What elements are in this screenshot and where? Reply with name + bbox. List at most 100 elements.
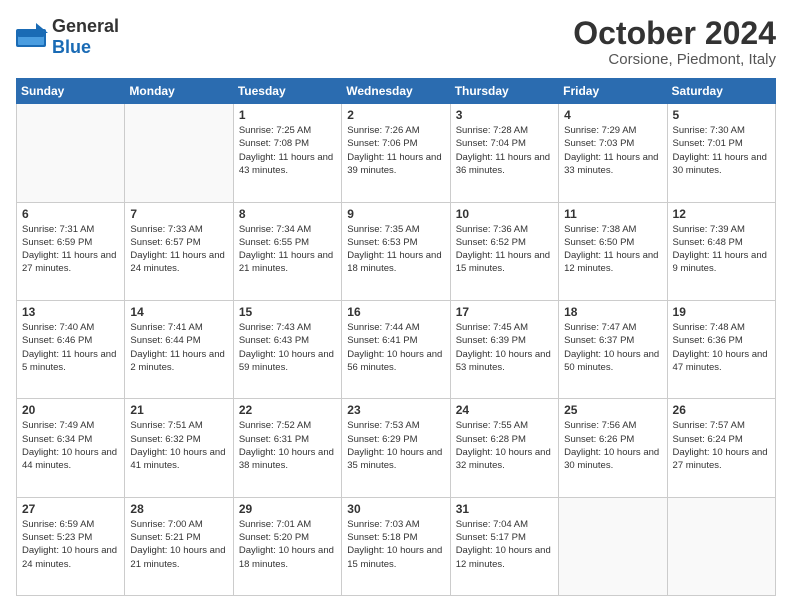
day-info: Sunrise: 7:45 AM Sunset: 6:39 PM Dayligh… [456,321,553,374]
day-number: 21 [130,403,227,417]
day-info: Sunrise: 7:00 AM Sunset: 5:21 PM Dayligh… [130,518,227,571]
day-info: Sunrise: 7:53 AM Sunset: 6:29 PM Dayligh… [347,419,444,472]
day-number: 5 [673,108,770,122]
logo: General Blue [16,16,119,58]
weekday-wednesday: Wednesday [342,79,450,104]
calendar-cell: 5 Sunrise: 7:30 AM Sunset: 7:01 PM Daylig… [667,104,775,202]
day-info: Sunrise: 6:59 AM Sunset: 5:23 PM Dayligh… [22,518,119,571]
day-info: Sunrise: 7:52 AM Sunset: 6:31 PM Dayligh… [239,419,336,472]
weekday-sunday: Sunday [17,79,125,104]
day-info: Sunrise: 7:25 AM Sunset: 7:08 PM Dayligh… [239,124,336,177]
day-info: Sunrise: 7:55 AM Sunset: 6:28 PM Dayligh… [456,419,553,472]
day-info: Sunrise: 7:36 AM Sunset: 6:52 PM Dayligh… [456,223,553,276]
calendar-cell: 27 Sunrise: 6:59 AM Sunset: 5:23 PM Dayli… [17,497,125,595]
day-info: Sunrise: 7:44 AM Sunset: 6:41 PM Dayligh… [347,321,444,374]
calendar-cell [559,497,667,595]
day-info: Sunrise: 7:35 AM Sunset: 6:53 PM Dayligh… [347,223,444,276]
calendar-cell: 13 Sunrise: 7:40 AM Sunset: 6:46 PM Dayli… [17,300,125,398]
day-info: Sunrise: 7:31 AM Sunset: 6:59 PM Dayligh… [22,223,119,276]
day-number: 31 [456,502,553,516]
day-number: 13 [22,305,119,319]
day-number: 27 [22,502,119,516]
calendar-cell: 21 Sunrise: 7:51 AM Sunset: 6:32 PM Dayli… [125,399,233,497]
day-info: Sunrise: 7:26 AM Sunset: 7:06 PM Dayligh… [347,124,444,177]
calendar-week-2: 13 Sunrise: 7:40 AM Sunset: 6:46 PM Dayli… [17,300,776,398]
day-number: 18 [564,305,661,319]
calendar-cell: 31 Sunrise: 7:04 AM Sunset: 5:17 PM Dayli… [450,497,558,595]
day-number: 11 [564,207,661,221]
day-number: 25 [564,403,661,417]
day-info: Sunrise: 7:40 AM Sunset: 6:46 PM Dayligh… [22,321,119,374]
day-info: Sunrise: 7:56 AM Sunset: 6:26 PM Dayligh… [564,419,661,472]
day-number: 16 [347,305,444,319]
day-number: 26 [673,403,770,417]
day-info: Sunrise: 7:04 AM Sunset: 5:17 PM Dayligh… [456,518,553,571]
day-number: 28 [130,502,227,516]
calendar-cell: 4 Sunrise: 7:29 AM Sunset: 7:03 PM Daylig… [559,104,667,202]
day-number: 29 [239,502,336,516]
month-title: October 2024 [573,16,776,51]
calendar-cell: 30Sunrise: 7:03 AM Sunset: 5:18 PM Dayli… [342,497,450,595]
calendar-cell: 6Sunrise: 7:31 AM Sunset: 6:59 PM Daylig… [17,202,125,300]
day-info: Sunrise: 7:51 AM Sunset: 6:32 PM Dayligh… [130,419,227,472]
day-info: Sunrise: 7:28 AM Sunset: 7:04 PM Dayligh… [456,124,553,177]
day-number: 8 [239,207,336,221]
header: General Blue October 2024 Corsione, Pied… [16,16,776,68]
day-number: 3 [456,108,553,122]
day-info: Sunrise: 7:01 AM Sunset: 5:20 PM Dayligh… [239,518,336,571]
day-number: 20 [22,403,119,417]
weekday-header: SundayMondayTuesdayWednesdayThursdayFrid… [17,79,776,104]
day-info: Sunrise: 7:57 AM Sunset: 6:24 PM Dayligh… [673,419,770,472]
calendar-cell [125,104,233,202]
calendar-cell: 17 Sunrise: 7:45 AM Sunset: 6:39 PM Dayli… [450,300,558,398]
day-number: 30 [347,502,444,516]
calendar-cell: 7 Sunrise: 7:33 AM Sunset: 6:57 PM Daylig… [125,202,233,300]
calendar-table: SundayMondayTuesdayWednesdayThursdayFrid… [16,78,776,596]
day-number: 1 [239,108,336,122]
weekday-saturday: Saturday [667,79,775,104]
calendar-week-4: 27 Sunrise: 6:59 AM Sunset: 5:23 PM Dayli… [17,497,776,595]
calendar-cell: 16 Sunrise: 7:44 AM Sunset: 6:41 PM Dayli… [342,300,450,398]
calendar-cell: 28 Sunrise: 7:00 AM Sunset: 5:21 PM Dayli… [125,497,233,595]
day-number: 22 [239,403,336,417]
calendar-cell: 19Sunrise: 7:48 AM Sunset: 6:36 PM Dayli… [667,300,775,398]
day-info: Sunrise: 7:30 AM Sunset: 7:01 PM Dayligh… [673,124,770,177]
day-number: 23 [347,403,444,417]
day-info: Sunrise: 7:33 AM Sunset: 6:57 PM Dayligh… [130,223,227,276]
calendar-cell: 22 Sunrise: 7:52 AM Sunset: 6:31 PM Dayli… [233,399,341,497]
calendar-cell [17,104,125,202]
day-number: 9 [347,207,444,221]
calendar-cell: 1 Sunrise: 7:25 AM Sunset: 7:08 PM Daylig… [233,104,341,202]
calendar-cell: 26 Sunrise: 7:57 AM Sunset: 6:24 PM Dayli… [667,399,775,497]
calendar-cell: 8Sunrise: 7:34 AM Sunset: 6:55 PM Daylig… [233,202,341,300]
day-info: Sunrise: 7:39 AM Sunset: 6:48 PM Dayligh… [673,223,770,276]
calendar-cell: 10 Sunrise: 7:36 AM Sunset: 6:52 PM Dayli… [450,202,558,300]
calendar-cell: 25 Sunrise: 7:56 AM Sunset: 6:26 PM Dayli… [559,399,667,497]
calendar-cell: 20Sunrise: 7:49 AM Sunset: 6:34 PM Dayli… [17,399,125,497]
day-number: 17 [456,305,553,319]
day-number: 12 [673,207,770,221]
day-info: Sunrise: 7:29 AM Sunset: 7:03 PM Dayligh… [564,124,661,177]
logo-icon [16,23,48,51]
calendar-cell: 14Sunrise: 7:41 AM Sunset: 6:44 PM Dayli… [125,300,233,398]
logo-general: General [52,16,119,36]
calendar-cell: 9 Sunrise: 7:35 AM Sunset: 6:53 PM Daylig… [342,202,450,300]
day-number: 4 [564,108,661,122]
day-number: 24 [456,403,553,417]
weekday-monday: Monday [125,79,233,104]
weekday-friday: Friday [559,79,667,104]
day-number: 10 [456,207,553,221]
day-info: Sunrise: 7:38 AM Sunset: 6:50 PM Dayligh… [564,223,661,276]
day-info: Sunrise: 7:41 AM Sunset: 6:44 PM Dayligh… [130,321,227,374]
calendar-cell [667,497,775,595]
title-block: October 2024 Corsione, Piedmont, Italy [573,16,776,68]
day-number: 7 [130,207,227,221]
day-number: 19 [673,305,770,319]
calendar-cell: 2 Sunrise: 7:26 AM Sunset: 7:06 PM Daylig… [342,104,450,202]
calendar-week-1: 6Sunrise: 7:31 AM Sunset: 6:59 PM Daylig… [17,202,776,300]
calendar-cell: 15Sunrise: 7:43 AM Sunset: 6:43 PM Dayli… [233,300,341,398]
calendar-cell: 29 Sunrise: 7:01 AM Sunset: 5:20 PM Dayli… [233,497,341,595]
weekday-thursday: Thursday [450,79,558,104]
day-number: 2 [347,108,444,122]
logo-blue: Blue [52,37,91,57]
